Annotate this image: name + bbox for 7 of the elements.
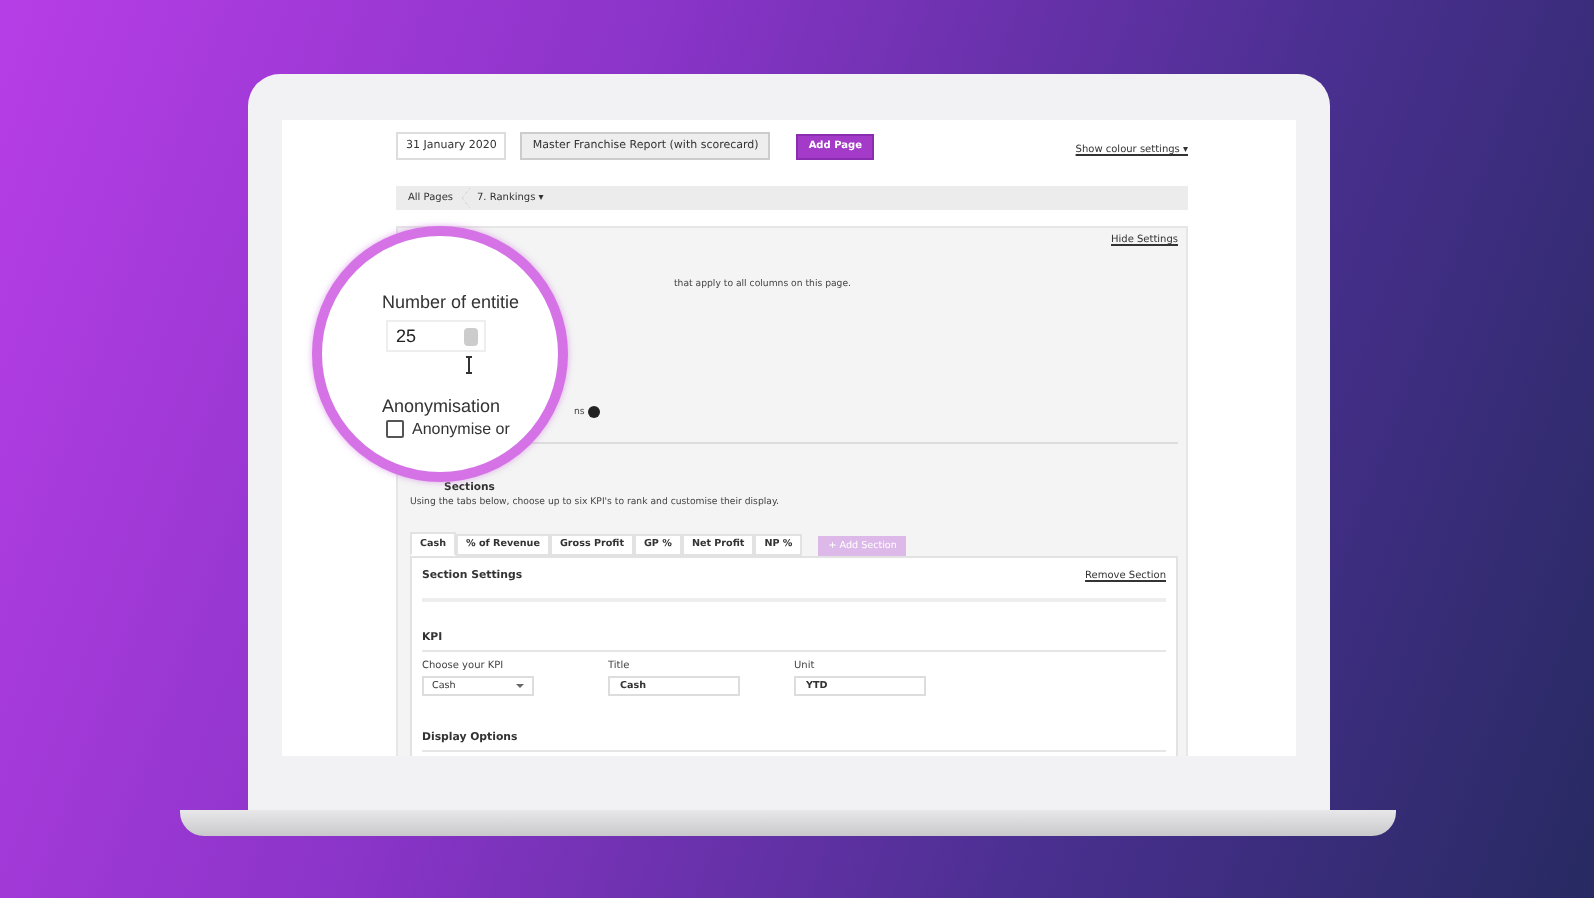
caret-icon	[516, 684, 524, 688]
anonymisation-heading: Anonymisation	[382, 396, 501, 416]
checkbox[interactable]	[386, 420, 404, 438]
entities-label: Number of entitie	[382, 292, 520, 312]
checkbox-label: Anonymise or	[412, 420, 510, 438]
number-field[interactable]: 25	[386, 320, 486, 352]
text-cursor-icon	[466, 356, 472, 374]
